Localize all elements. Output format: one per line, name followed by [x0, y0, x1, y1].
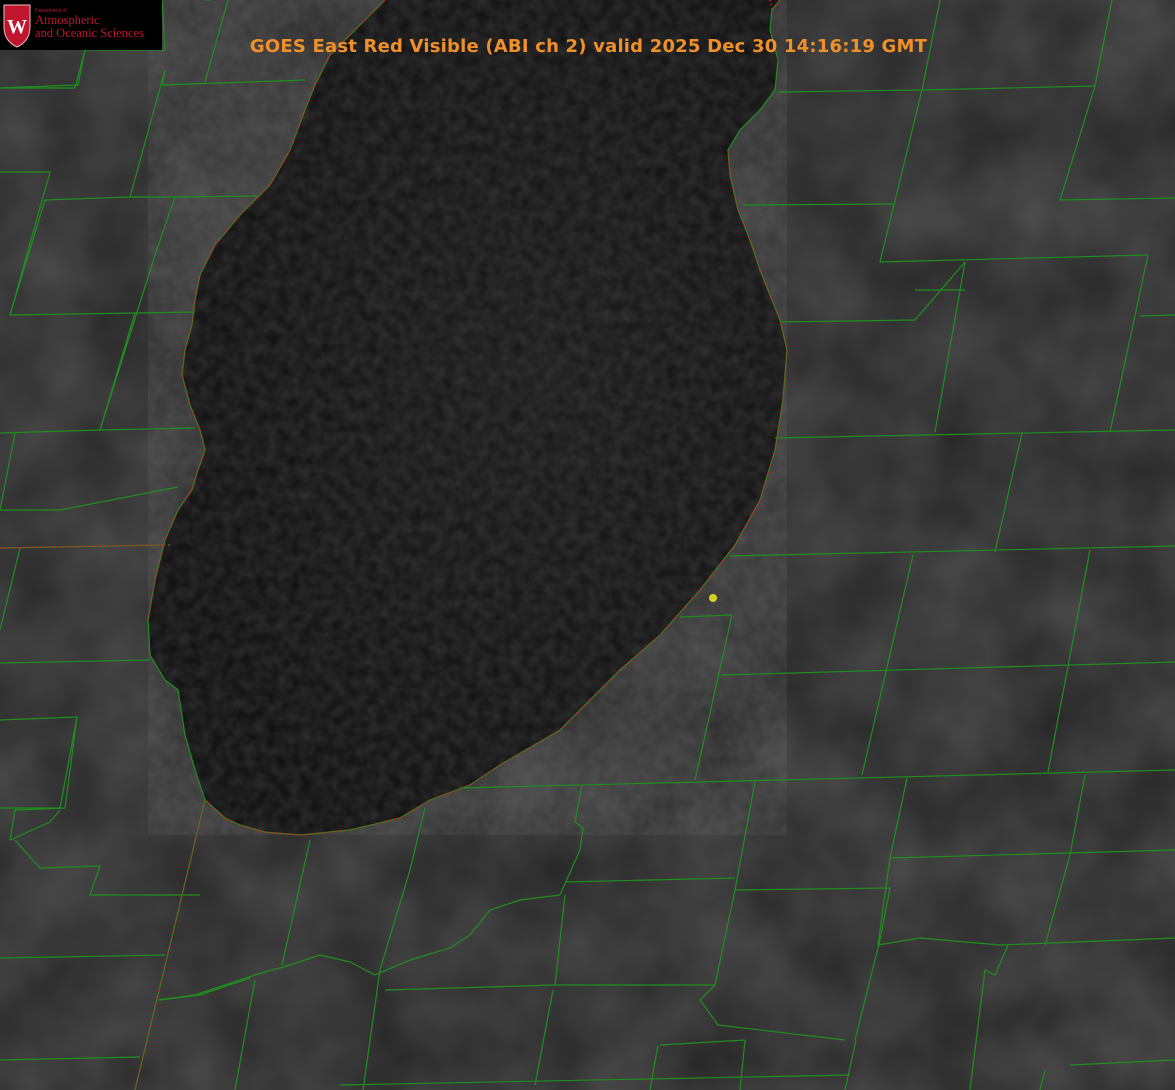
image-title-text: GOES East Red Visible (ABI ch 2) valid 2… [249, 36, 928, 57]
station-marker [709, 594, 717, 602]
svg-text:W: W [7, 16, 27, 38]
satellite-map: W Department of Atmospheric and Oceanic … [0, 0, 1175, 1090]
map-canvas [0, 0, 1175, 1090]
image-title: GOES East Red Visible (ABI ch 2) valid 2… [0, 36, 1175, 57]
